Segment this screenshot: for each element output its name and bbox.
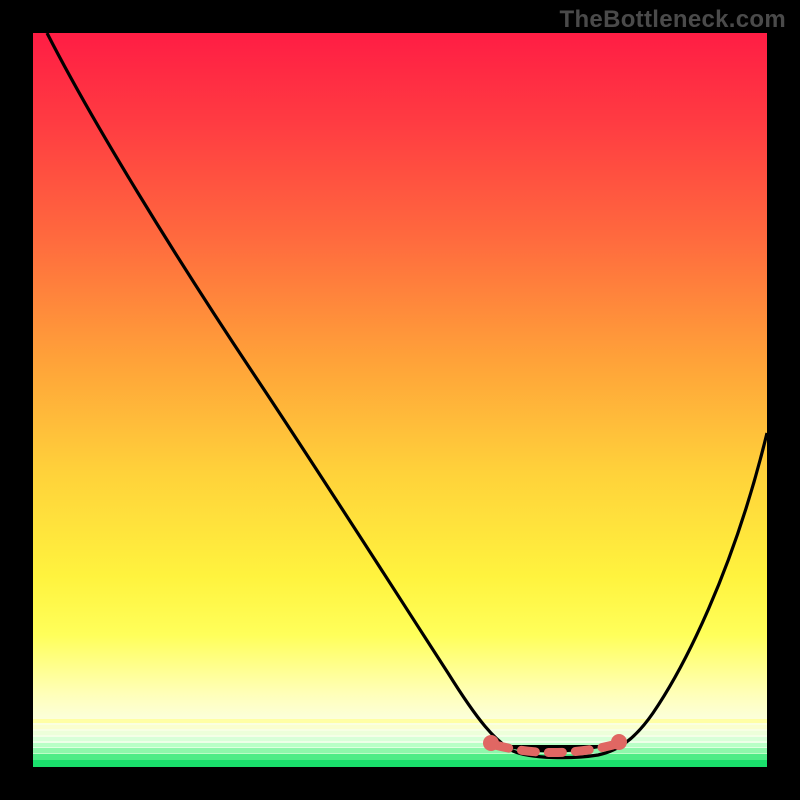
bottleneck-curve: [47, 33, 767, 758]
curve-layer: [33, 33, 767, 767]
watermark-text: TheBottleneck.com: [560, 6, 786, 34]
optimal-range-start-dot: [483, 735, 499, 751]
optimal-range-end-dot: [611, 734, 627, 750]
plot-area: [33, 33, 767, 767]
chart-frame: TheBottleneck.com: [0, 0, 800, 800]
